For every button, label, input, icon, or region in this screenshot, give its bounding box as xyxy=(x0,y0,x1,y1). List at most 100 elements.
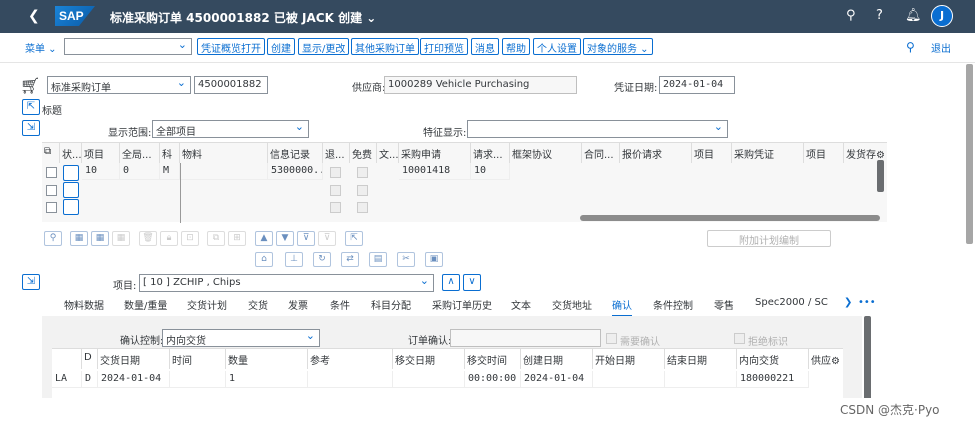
col-handover-date[interactable]: 移交日期 xyxy=(393,349,465,369)
details-icon[interactable]: ⚲ xyxy=(44,231,62,246)
col-po-doc[interactable]: 采购凭证 xyxy=(732,143,804,163)
previous-item-icon[interactable]: ∧ xyxy=(442,274,460,291)
vertical-scrollbar[interactable] xyxy=(864,316,871,404)
col-acct[interactable]: 科 xyxy=(160,143,180,163)
col-pr[interactable]: 采购申请 xyxy=(399,143,471,163)
row-checkbox[interactable] xyxy=(46,185,57,196)
export-icon[interactable]: ⇱ xyxy=(345,231,363,246)
tab-invoice[interactable]: 发票 xyxy=(288,297,308,312)
personal-settings-button[interactable]: 个人设置 xyxy=(533,38,581,55)
col-global[interactable]: 全局... xyxy=(120,143,160,163)
exit-button[interactable]: 退出 xyxy=(931,40,951,55)
scissors-icon[interactable]: ✂ xyxy=(397,252,415,267)
clipboard-icon[interactable]: ▣ xyxy=(425,252,443,267)
cell-handover-time[interactable]: 00:00:00 xyxy=(465,371,521,388)
block-icon[interactable]: ▦ xyxy=(112,231,130,246)
menu-button[interactable]: 菜单 ⌄ xyxy=(25,40,57,55)
col-text[interactable]: 文... xyxy=(377,143,399,163)
cell-pr-item[interactable]: 10 xyxy=(471,163,510,180)
col-pr-item[interactable]: 请求... xyxy=(471,143,510,163)
tab-account-assignment[interactable]: 科目分配 xyxy=(371,297,411,312)
col-material[interactable]: 物料 xyxy=(180,143,268,163)
col-rfq[interactable]: 报价请求 xyxy=(620,143,692,163)
deselect-all-icon[interactable]: ▦ xyxy=(91,231,109,246)
tab-po-history[interactable]: 采购订单历史 xyxy=(432,297,492,312)
tab-delivery-address[interactable]: 交货地址 xyxy=(552,297,592,312)
filter-icon[interactable]: ⊽ xyxy=(297,231,315,246)
messages-button[interactable]: 消息 xyxy=(471,38,499,55)
cell-material[interactable] xyxy=(180,163,268,180)
sort-ascending-icon[interactable]: ▲ xyxy=(255,231,273,246)
help-icon[interactable]: ? xyxy=(876,8,883,23)
sort-descending-icon[interactable]: ▼ xyxy=(276,231,294,246)
cell-global[interactable]: 0 xyxy=(120,163,160,180)
col-item[interactable]: 项目 xyxy=(82,143,120,163)
col-contract[interactable]: 框架协议 xyxy=(510,143,582,163)
more-icon[interactable]: ••• xyxy=(858,297,876,308)
lock-icon[interactable]: 🔒︎ xyxy=(160,231,178,246)
collapse-item-icon[interactable]: ⇲ xyxy=(22,274,40,290)
col-inbound[interactable]: 内向交货 xyxy=(737,349,809,369)
cell-start-date[interactable] xyxy=(593,371,665,388)
cell-delivery-date[interactable]: 2024-01-04 xyxy=(98,371,170,388)
page-title[interactable]: 标准采购订单 4500001882 已被 JACK 创建 ⌄ xyxy=(110,9,376,26)
select-all-icon[interactable]: ⧉ xyxy=(42,143,60,163)
col-time[interactable]: 时间 xyxy=(170,349,226,369)
cell-reference[interactable] xyxy=(308,371,393,388)
next-item-icon[interactable]: ∨ xyxy=(463,274,481,291)
tab-material-data[interactable]: 物料数据 xyxy=(64,297,104,312)
tab-delivery[interactable]: 交货 xyxy=(248,297,268,312)
cell-quantity[interactable]: 1 xyxy=(226,371,308,388)
col-start-date[interactable]: 开始日期 xyxy=(593,349,665,369)
col-created[interactable]: 创建日期 xyxy=(521,349,593,369)
cell-info-record[interactable]: 5300000... xyxy=(268,163,323,180)
attach-plan-button[interactable]: 附加计划编制 xyxy=(707,230,831,247)
tab-retail[interactable]: 零售 xyxy=(714,297,734,312)
document-icon[interactable]: ▤ xyxy=(369,252,387,267)
col-end-date[interactable]: 结束日期 xyxy=(665,349,737,369)
col-po-item[interactable]: 项目 xyxy=(804,143,844,163)
feature-select[interactable] xyxy=(467,120,728,138)
notification-icon[interactable]: 🔔︎ xyxy=(905,8,922,23)
col-d[interactable]: D xyxy=(82,349,98,369)
create-button[interactable]: 创建 xyxy=(267,38,295,55)
col-info-record[interactable]: 信息记录 xyxy=(268,143,323,163)
delete-icon[interactable]: 🗑 xyxy=(139,231,157,246)
object-services-button[interactable]: 对象的服务 ⌄ xyxy=(583,38,653,55)
paste-icon[interactable]: ⊞ xyxy=(228,231,246,246)
item-select[interactable]: [ 10 ] ZCHIP , Chips xyxy=(139,274,434,292)
doc-overview-button[interactable]: 凭证概览打开 xyxy=(197,38,265,55)
settings-icon[interactable]: ⚙ xyxy=(831,356,840,367)
col-reference[interactable]: 参考 xyxy=(308,349,393,369)
tab-conditions[interactable]: 条件 xyxy=(330,297,350,312)
filter-clear-icon[interactable]: ⊽ xyxy=(318,231,336,246)
row-checkbox[interactable] xyxy=(46,202,57,213)
display-change-button[interactable]: 显示/更改 xyxy=(298,38,350,55)
tab-confirmations[interactable]: 确认 xyxy=(612,297,632,317)
col-handover-time[interactable]: 移交时间 xyxy=(465,349,521,369)
status-button[interactable] xyxy=(63,199,79,215)
col-free[interactable]: 免费 xyxy=(350,143,377,163)
vendor-field[interactable]: 1000289 Vehicle Purchasing xyxy=(384,76,577,94)
expand-header-icon[interactable]: ⇱ xyxy=(22,99,40,115)
other-po-button[interactable]: 其他采购订单 xyxy=(351,38,419,55)
copy-icon[interactable]: ⧉ xyxy=(207,231,225,246)
col-return[interactable]: 退... xyxy=(323,143,350,163)
doc-type-select[interactable]: 标准采购订单 xyxy=(47,76,191,94)
search-icon[interactable]: ⚲ xyxy=(846,8,856,23)
col-status[interactable]: 状... xyxy=(60,143,82,163)
command-field[interactable] xyxy=(64,38,192,55)
tab-quantity-weight[interactable]: 数量/重量 xyxy=(124,297,167,312)
tab-delivery-schedule[interactable]: 交货计划 xyxy=(187,297,227,312)
collapse-overview-icon[interactable]: ⇲ xyxy=(22,120,40,136)
vertical-scrollbar[interactable] xyxy=(877,160,884,192)
tab-spec2000[interactable]: Spec2000 / SC xyxy=(755,297,828,308)
col-conf-cat[interactable] xyxy=(52,349,82,369)
cell-acct[interactable]: M xyxy=(160,163,180,180)
tab-texts[interactable]: 文本 xyxy=(511,297,531,312)
cell-handover-date[interactable] xyxy=(393,371,465,388)
cell-conf-cat[interactable]: LA xyxy=(52,371,82,388)
col-rfq-item[interactable]: 项目 xyxy=(692,143,732,163)
status-button[interactable] xyxy=(63,165,79,181)
print-preview-button[interactable]: 打印预览 xyxy=(420,38,468,55)
